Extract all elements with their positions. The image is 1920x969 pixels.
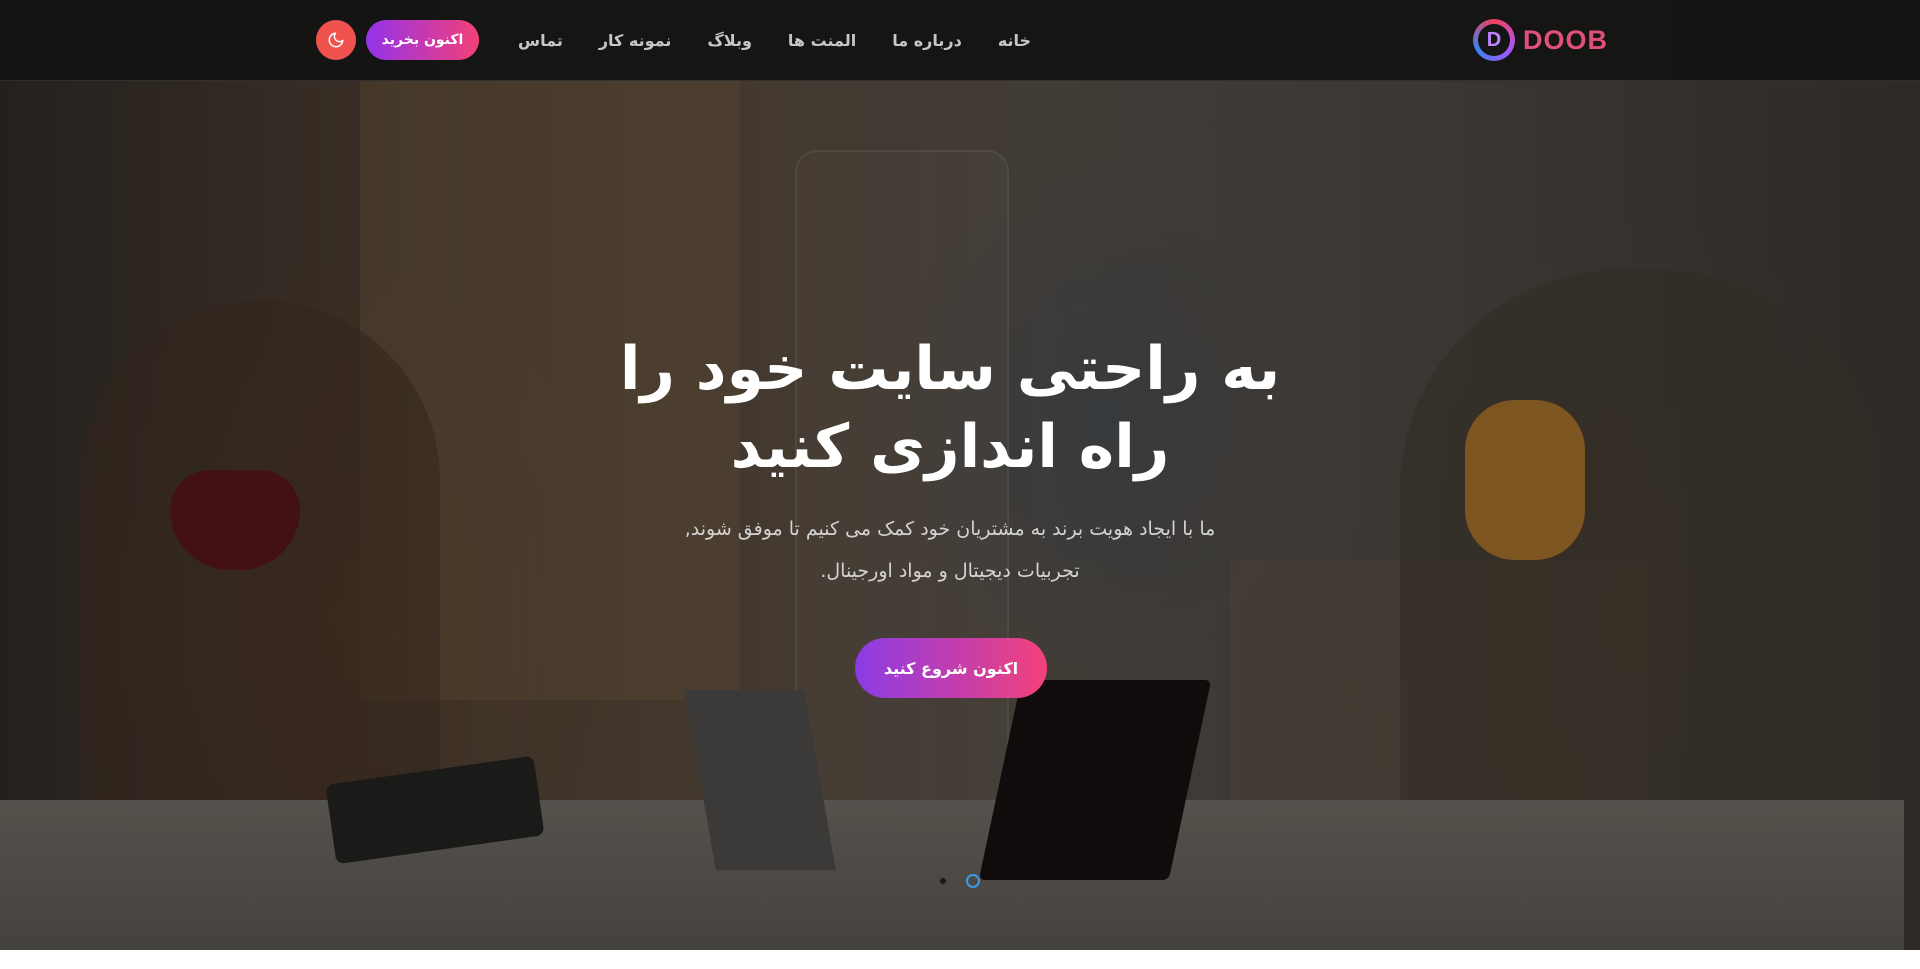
site-logo[interactable]: D DOOB	[1473, 17, 1608, 63]
logo-text: DOOB	[1523, 24, 1608, 55]
logo-letter: D	[1478, 24, 1510, 56]
slider-pagination	[940, 874, 980, 888]
logo-mark-icon: D	[1473, 19, 1515, 61]
nav-item-about[interactable]: درباره ما	[892, 31, 962, 50]
get-started-button[interactable]: اکنون شروع کنید	[855, 638, 1047, 698]
slider-dot-2-active[interactable]	[966, 874, 980, 888]
main-nav: خانه درباره ما المنت ها وبلاگ نمونه کار …	[518, 0, 1031, 80]
buy-now-button[interactable]: اکنون بخرید	[366, 20, 479, 60]
slider-dot-1[interactable]	[940, 878, 946, 884]
hero-title: به راحتی سایت خود را راه اندازی کنید	[560, 330, 1340, 486]
nav-item-home[interactable]: خانه	[998, 31, 1031, 50]
nav-item-blog[interactable]: وبلاگ	[707, 31, 751, 50]
page-scrollbar[interactable]	[1904, 0, 1920, 950]
nav-item-portfolio[interactable]: نمونه کار	[599, 31, 672, 50]
theme-toggle-button[interactable]	[316, 20, 356, 60]
site-header: D DOOB خانه درباره ما المنت ها وبلاگ نمو…	[0, 0, 1920, 81]
hero-title-line-1: به راحتی سایت خود را	[619, 334, 1281, 404]
hero-subtitle: ما با ایجاد هویت برند به مشتریان خود کمک…	[600, 508, 1300, 592]
moon-icon	[328, 32, 344, 48]
hero-title-line-2: راه اندازی کنید	[730, 412, 1170, 482]
hero-subtitle-line-1: ما با ایجاد هویت برند به مشتریان خود کمک…	[684, 518, 1216, 540]
nav-item-elements[interactable]: المنت ها	[788, 31, 856, 50]
nav-item-contact[interactable]: تماس	[518, 31, 563, 50]
hero-subtitle-line-2: تجربیات دیجیتال و مواد اورجینال.	[820, 560, 1080, 582]
